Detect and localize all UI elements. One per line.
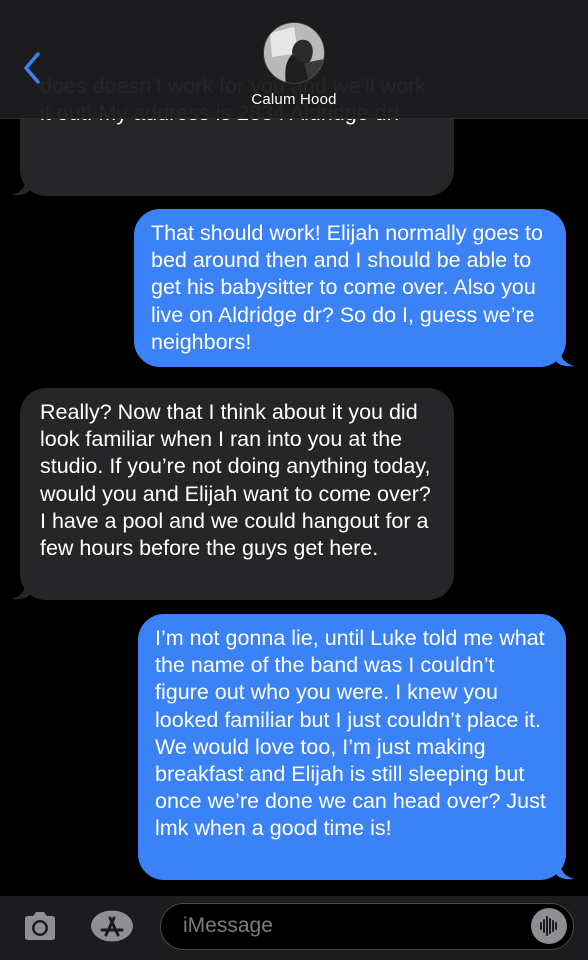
messages-screen: does doesn’t work for you and we’ll work… (0, 0, 588, 960)
audio-message-button[interactable] (531, 908, 567, 944)
message-input[interactable]: iMessage (160, 903, 574, 950)
contact-name[interactable]: Calum Hood (194, 91, 394, 108)
contact-avatar[interactable] (263, 22, 325, 84)
bubble-tail-icon (556, 860, 574, 880)
app-store-button[interactable] (90, 910, 134, 942)
camera-icon (25, 912, 55, 940)
message-text: That should work! Elijah normally goes t… (151, 221, 543, 354)
conversation-header: Calum Hood (0, 0, 588, 119)
message-input-placeholder: iMessage (183, 914, 273, 937)
message-list[interactable]: does doesn’t work for you and we’ll work… (0, 0, 588, 900)
bubble-tail-icon (556, 347, 574, 367)
back-button[interactable] (20, 50, 46, 86)
message-text: Really? Now that I think about it you di… (40, 400, 431, 561)
message-input-bar: iMessage (0, 896, 588, 960)
outgoing-message-bubble[interactable]: I’m not gonna lie, until Luke told me wh… (138, 614, 566, 880)
incoming-message-bubble[interactable]: Really? Now that I think about it you di… (20, 388, 454, 600)
camera-button[interactable] (22, 910, 58, 942)
bubble-tail-icon (12, 580, 30, 600)
bubble-tail-icon (12, 176, 30, 196)
contact-photo-icon (264, 23, 324, 83)
message-text: I’m not gonna lie, until Luke told me wh… (155, 626, 546, 841)
chevron-left-icon (24, 52, 40, 84)
audio-waveform-icon (540, 916, 557, 936)
app-store-icon (91, 910, 133, 942)
outgoing-message-bubble[interactable]: That should work! Elijah normally goes t… (134, 209, 566, 367)
